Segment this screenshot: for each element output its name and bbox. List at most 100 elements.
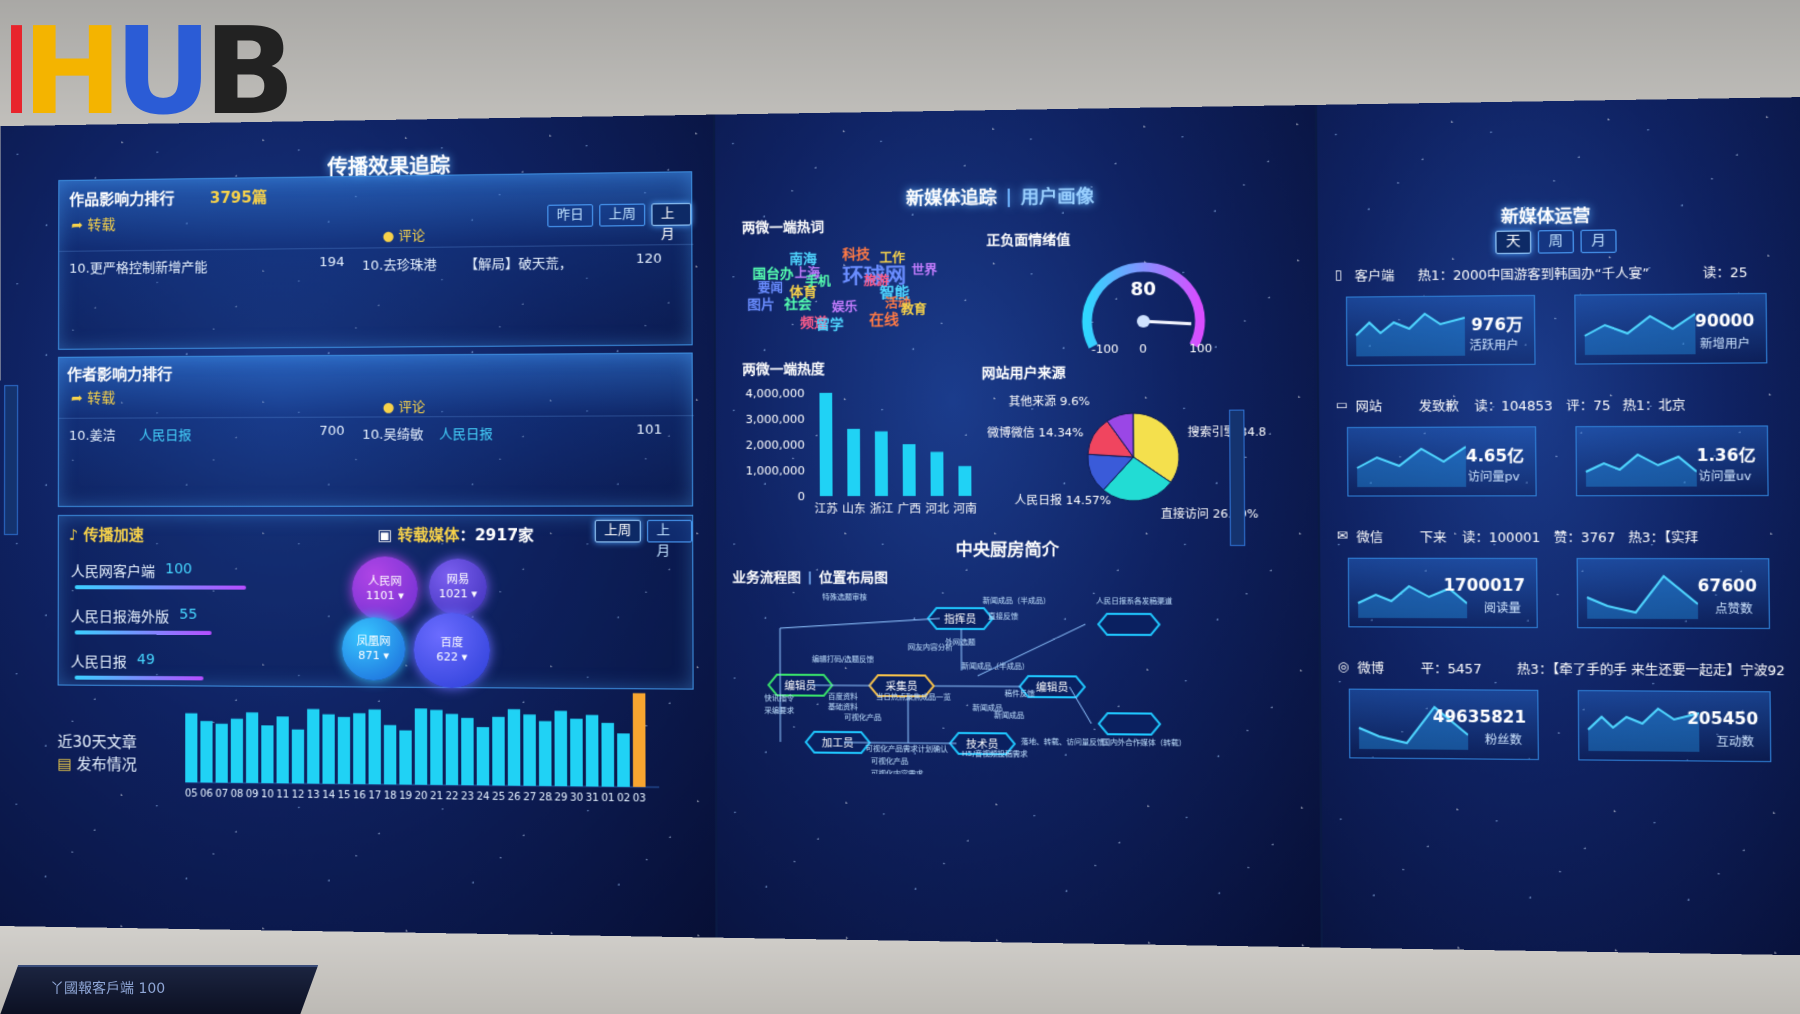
source-pie-chart: 搜索引擎 34.8直接访问 26.69%人民日报 14.57%微博微信 14.3… <box>987 394 1266 521</box>
tab-layout[interactable]: 位置布局图 <box>819 570 888 586</box>
hot-word[interactable]: 留学 <box>816 313 844 333</box>
media-tracking-title: 新媒体追踪 | 用户画像 <box>905 186 1095 210</box>
gauge-needle <box>1143 321 1191 324</box>
accel-item-name: 人民网客户端 <box>70 564 156 581</box>
ops-tab-2[interactable]: 月 <box>1580 229 1617 254</box>
stat-card[interactable]: 205450 互动数 <box>1577 690 1772 763</box>
monthly-tick-label: 05 <box>185 788 198 799</box>
stat-card[interactable]: 1.36亿访问量uv <box>1575 425 1769 497</box>
desk-screen-text: 丫國報客戶端 100 <box>50 981 166 997</box>
repost-arrow-icon: ➦ <box>71 217 88 234</box>
stat-value: 4.65亿 <box>1465 446 1525 466</box>
media-bubble[interactable]: 网易 1021 ▾ <box>429 558 487 616</box>
middle-toolbar[interactable] <box>1229 409 1246 547</box>
flow-note: 基础资料 <box>828 702 858 712</box>
stat-value: 1.36亿 <box>1696 445 1756 466</box>
comment-work-value: 120 <box>635 251 662 267</box>
stat-value: 67600 <box>1697 576 1758 596</box>
stat-card[interactable]: 1700017 阅读量 <box>1347 557 1538 629</box>
monthly-bar <box>230 718 243 783</box>
monthly-bar <box>399 730 412 785</box>
flow-node-label: 采集员 <box>886 679 918 693</box>
accel-bar <box>74 630 212 635</box>
flow-node-label: 加工员 <box>822 737 854 750</box>
media-bubble[interactable]: 百度 622 ▾ <box>413 612 491 689</box>
monthly-tick-label: 10 <box>261 789 274 800</box>
media-bubble[interactable]: 人民网 1101 ▾ <box>352 556 418 622</box>
gauge-min: -100 <box>1091 342 1118 356</box>
work-rank-box: 作品影响力排行 3795篇 昨日 上周 上月 ➦ 转载 ● 评论 10.更严格控… <box>58 171 694 350</box>
hot-word[interactable]: 教育 <box>901 300 927 318</box>
hot-word[interactable]: 手机 <box>805 272 831 290</box>
table-row[interactable]: 10.姜洁 人民日报 700 10.吴绮敏 人民日报 101 <box>58 415 695 448</box>
ops-tab-0[interactable]: 天 <box>1495 230 1532 255</box>
gauge-mid: 0 <box>1139 342 1147 356</box>
hot-word[interactable]: 要闻 <box>758 279 783 297</box>
stat-label: 互动数 <box>1716 734 1755 750</box>
monthly-bar <box>492 716 505 786</box>
accel-bar <box>74 585 247 590</box>
accel-item[interactable]: 人民日报 49 <box>71 651 365 689</box>
accel-item-value: 55 <box>179 606 198 623</box>
channel-info: 下来 <box>1419 530 1447 546</box>
tab-flowchart[interactable]: 业务流程图 <box>732 570 801 586</box>
table-row[interactable]: 10.更严格控制新增产能 194 10.去珍珠港 【解局】破天荒， 120 <box>59 243 694 281</box>
stat-card[interactable]: 49635821 粉丝数 <box>1348 688 1539 761</box>
tab-yesterday[interactable]: 昨日 <box>547 204 594 228</box>
accel-item[interactable]: 人民网客户端 100 <box>71 561 365 598</box>
sparkline <box>1582 301 1696 355</box>
tab-repost-last-month[interactable]: 上月 <box>647 519 693 559</box>
left-toolbar[interactable] <box>3 385 19 536</box>
channel-info: 热1：2000中国游客到韩国办“千人宴” <box>1417 266 1650 284</box>
channel-row[interactable]: ▯ 客户端 热1：2000中国游客到韩国办“千人宴” 读：25 <box>1335 262 1800 288</box>
gauge-value: 80 <box>1130 278 1156 299</box>
tab-repost-last-week[interactable]: 上周 <box>594 519 641 543</box>
heat-bar <box>819 392 833 497</box>
monthly-tick-label: 22 <box>445 791 458 802</box>
monthly-bar <box>368 709 381 785</box>
monthly-tick-label: 08 <box>230 789 243 800</box>
ops-tab-1[interactable]: 周 <box>1537 229 1574 254</box>
bell-icon: ♪ <box>68 526 84 545</box>
accel-title: ♪ 传播加速 <box>68 526 144 545</box>
sparkline <box>1354 303 1466 357</box>
channel-row[interactable]: ▭ 网站 发致歉 读：104853 评：75 热1：北京 <box>1336 395 1800 418</box>
wechat-icon: ✉ <box>1336 528 1348 543</box>
channel-hot: 热1：北京 <box>1622 398 1686 414</box>
comment-work-title: 10.去珍珠港 <box>362 257 437 274</box>
monthly-tick-label: 25 <box>492 792 505 803</box>
channel-row[interactable]: ◎ 微博 平：5457 热3：【牵了手的手 来生还要一起走】宁波92 <box>1337 659 1800 683</box>
media-bubble[interactable]: 凤凰网 871 ▾ <box>341 617 406 681</box>
monthly-tick-label: 20 <box>414 791 427 802</box>
stat-card[interactable]: 976万 活跃用户 <box>1345 294 1536 366</box>
hot-word[interactable]: 社会 <box>784 293 812 313</box>
stat-value: 90000 <box>1694 311 1755 331</box>
monthly-bar <box>585 714 599 787</box>
channel-name: 微博 <box>1357 661 1385 677</box>
stat-card[interactable]: 4.65亿 访问量pv <box>1346 426 1537 497</box>
hot-word[interactable]: 在线 <box>869 309 899 330</box>
comment-label: ● 评论 <box>382 228 426 245</box>
monthly-bar <box>414 708 428 785</box>
stat-label: 访问量uv <box>1698 469 1752 484</box>
flow-note: 稿件反馈 <box>1005 688 1035 698</box>
comment-author-name: 10.吴绮敏 <box>362 427 424 443</box>
stat-label: 活跃用户 <box>1469 338 1519 353</box>
monthly-bar <box>445 713 459 786</box>
accel-item[interactable]: 人民日报海外版 55 <box>71 606 365 644</box>
flow-note: 国内外合作媒体（转载） <box>1102 737 1186 747</box>
channel-comment: 赞：3767 <box>1553 530 1616 546</box>
hot-word[interactable]: 世界 <box>911 261 938 279</box>
monthly-bar <box>185 713 198 783</box>
media-ops-title: 新媒体运营 <box>1500 205 1591 227</box>
tab-last-week[interactable]: 上周 <box>599 203 646 227</box>
stat-label: 点赞数 <box>1715 602 1753 617</box>
pie-label: 人民日报 14.57% <box>1014 493 1111 508</box>
tab-last-month[interactable]: 上月 <box>651 202 692 242</box>
comment-icon: ● <box>382 228 399 245</box>
stat-card[interactable]: 90000 新增用户 <box>1574 292 1768 365</box>
channel-read: 读：104853 <box>1474 398 1553 414</box>
channel-row[interactable]: ✉ 微信 下来 读：100001 赞：3767 热3：【实拜 <box>1337 528 1800 550</box>
stat-card[interactable]: 67600 点赞数 <box>1576 557 1771 629</box>
comment-author-media: 人民日报 <box>439 427 493 443</box>
